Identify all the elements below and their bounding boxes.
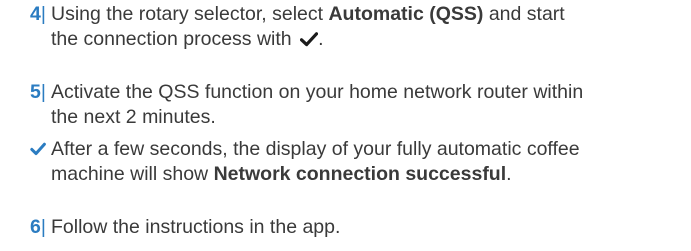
result-text-segment: machine will show [51, 163, 214, 185]
result-line: After a few seconds, the display of your… [51, 138, 580, 160]
step-number-value: 6 [30, 216, 41, 238]
result-line: machine will show Network connection suc… [51, 162, 681, 187]
checkmark-icon [30, 142, 46, 156]
step-bold-term: Automatic (QSS) [328, 3, 484, 25]
result-text-segment: . [506, 163, 512, 185]
step-number-value: 4 [30, 3, 41, 25]
step-text-segment: Using the rotary selector, select [51, 3, 329, 25]
step-separator: | [40, 81, 46, 103]
step-text-segment: the connection process with [51, 28, 298, 50]
result-bold-term: Network connection successful [213, 163, 507, 185]
step-line: the connection process with . [51, 27, 681, 52]
step-text: Follow the instructions in the app. [51, 215, 681, 240]
step-separator: | [40, 216, 46, 238]
step-number-value: 5 [30, 81, 41, 103]
result-text: After a few seconds, the display of your… [51, 137, 681, 187]
step-line: Using the rotary selector, select Automa… [51, 2, 681, 27]
step-text-segment: . [318, 28, 324, 50]
step-line: Follow the instructions in the app. [51, 216, 341, 238]
step-line: Activate the QSS function on your home n… [51, 81, 584, 103]
step-text: Activate the QSS function on your home n… [51, 80, 681, 130]
step-separator: | [40, 3, 46, 25]
step-line: the next 2 minutes. [51, 106, 216, 128]
step-text: Using the rotary selector, select Automa… [51, 2, 681, 52]
checkmark-icon [300, 32, 319, 47]
step-text-segment: and start [483, 3, 565, 25]
